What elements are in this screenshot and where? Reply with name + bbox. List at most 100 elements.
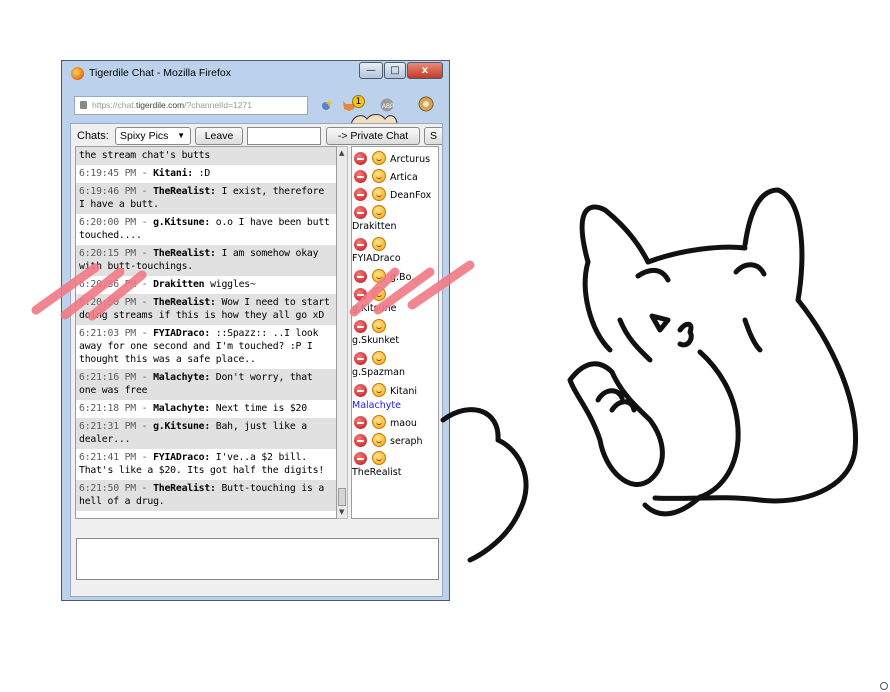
user-name[interactable]: g.Skunket: [352, 335, 399, 346]
user-name[interactable]: g.Kitsune: [352, 303, 396, 314]
user-name[interactable]: g.Bo...: [390, 272, 420, 283]
ban-icon[interactable]: [354, 416, 367, 429]
cat-paw-fingers: [595, 388, 637, 413]
message-nick[interactable]: FYIADraco:: [153, 452, 210, 463]
cat-eye-right: [733, 262, 767, 277]
user-list-item[interactable]: g.Skunket: [352, 318, 438, 352]
smiley-icon[interactable]: [372, 269, 386, 283]
smiley-icon[interactable]: [372, 287, 386, 301]
message-input[interactable]: [76, 538, 439, 580]
user-list-item[interactable]: TheRealist: [352, 450, 438, 484]
smiley-icon[interactable]: [372, 415, 386, 429]
ban-icon[interactable]: [354, 320, 367, 333]
tail-curl: [440, 407, 529, 563]
ban-icon[interactable]: [354, 206, 367, 219]
url-bar[interactable]: https://chat.tigerdile.com/?channelId=12…: [74, 96, 308, 115]
smiley-icon[interactable]: [372, 169, 386, 183]
message-time: 6:21:16 PM -: [79, 372, 154, 383]
smiley-icon[interactable]: [372, 451, 386, 465]
message-time: 6:20:50 PM -: [79, 297, 154, 308]
chat-message: 6:21:03 PM - FYIADraco: ::Spazz:: ..I lo…: [76, 325, 336, 369]
message-nick[interactable]: TheRealist:: [153, 248, 216, 259]
user-name[interactable]: TheRealist: [352, 467, 401, 478]
notification-badge[interactable]: 1: [352, 95, 365, 108]
message-nick[interactable]: Drakitten: [153, 279, 204, 290]
message-nick[interactable]: g.Kitsune:: [153, 217, 210, 228]
smiley-icon[interactable]: [372, 351, 386, 365]
user-list-item[interactable]: Drakitten: [352, 204, 438, 238]
user-name[interactable]: g.Spazman: [352, 367, 405, 378]
ban-icon[interactable]: [354, 238, 367, 251]
scroll-down-icon[interactable]: ▼: [339, 508, 344, 516]
message-nick[interactable]: TheRealist:: [153, 297, 216, 308]
cat-cheek-right: [742, 317, 763, 353]
close-button[interactable]: x: [407, 62, 443, 79]
ban-icon[interactable]: [354, 152, 367, 165]
message-time: 6:21:41 PM -: [79, 452, 154, 463]
private-chat-button[interactable]: -> Private Chat: [326, 127, 420, 145]
message-time: 6:21:18 PM -: [79, 403, 154, 414]
channel-select[interactable]: Spixy Pics ▼: [115, 127, 191, 145]
adblock-icon[interactable]: ABP: [380, 98, 396, 112]
message-nick[interactable]: g.Kitsune:: [153, 421, 210, 432]
minimize-button[interactable]: —: [359, 62, 383, 79]
user-list-item[interactable]: FYIADraco: [352, 236, 438, 270]
chat-message: 6:19:45 PM - Kitani: :D: [76, 165, 336, 183]
overflow-button[interactable]: S: [424, 127, 442, 145]
private-chat-name-input[interactable]: [247, 127, 321, 145]
message-nick[interactable]: FYIADraco:: [153, 328, 210, 339]
user-name[interactable]: seraph: [390, 436, 423, 447]
message-time: 6:21:50 PM -: [79, 483, 154, 494]
cat-leg: [642, 494, 703, 517]
ban-icon[interactable]: [354, 170, 367, 183]
maximize-button[interactable]: □: [384, 62, 406, 79]
chat-message: 6:21:41 PM - FYIADraco: I've..a $2 bill.…: [76, 449, 336, 480]
extension-icon[interactable]: [416, 96, 436, 112]
user-name[interactable]: Drakitten: [352, 221, 397, 232]
smiley-icon[interactable]: [372, 237, 386, 251]
user-name[interactable]: FYIADraco: [352, 253, 401, 264]
user-name[interactable]: Kitani: [390, 386, 417, 397]
smiley-icon[interactable]: [372, 433, 386, 447]
leave-button[interactable]: Leave: [195, 127, 243, 145]
chat-panel: Chats: Spixy Pics ▼ Leave -> Private Cha…: [70, 123, 443, 597]
ban-icon[interactable]: [354, 434, 367, 447]
sparkle-addon-icon[interactable]: [320, 98, 334, 112]
ban-icon[interactable]: [354, 384, 367, 397]
scroll-up-icon[interactable]: ▲: [339, 149, 344, 157]
user-list-item[interactable]: g.Spazman: [352, 350, 438, 384]
message-nick[interactable]: Malachyte:: [153, 403, 210, 414]
smiley-icon[interactable]: [372, 187, 386, 201]
ban-icon[interactable]: [354, 288, 367, 301]
scroll-thumb[interactable]: [338, 488, 346, 506]
user-name[interactable]: Arcturus: [390, 154, 430, 165]
smiley-icon[interactable]: [372, 205, 386, 219]
message-nick[interactable]: TheRealist:: [153, 483, 216, 494]
window-title: Tigerdile Chat - Mozilla Firefox: [89, 67, 231, 79]
chat-message: 6:20:50 PM - TheRealist: Wow I need to s…: [76, 294, 336, 325]
user-name[interactable]: maou: [390, 418, 417, 429]
smiley-icon[interactable]: [372, 319, 386, 333]
chat-message: 6:20:00 PM - g.Kitsune: o.o I have been …: [76, 214, 336, 245]
user-list[interactable]: Arcturus Artica DeanFox Drakitten FYIADraco g…: [351, 146, 439, 519]
user-name[interactable]: DeanFox: [390, 190, 431, 201]
chat-log[interactable]: the stream chat's butts 6:19:45 PM - Kit…: [75, 146, 337, 519]
ban-icon[interactable]: [354, 352, 367, 365]
user-list-item[interactable]: g.Kitsune: [352, 286, 438, 320]
message-nick[interactable]: TheRealist:: [153, 186, 216, 197]
message-nick[interactable]: Kitani:: [153, 168, 193, 179]
ban-icon[interactable]: [354, 270, 367, 283]
smiley-icon[interactable]: [372, 383, 386, 397]
chat-log-scrollbar[interactable]: ▲ ▼: [337, 146, 348, 519]
browser-window: Tigerdile Chat - Mozilla Firefox — □ x h…: [61, 60, 450, 601]
cat-head-top: [645, 244, 748, 265]
ban-icon[interactable]: [354, 452, 367, 465]
user-name[interactable]: Artica: [390, 172, 418, 183]
title-bar: Tigerdile Chat - Mozilla Firefox — □ x: [62, 61, 449, 87]
smiley-icon[interactable]: [372, 151, 386, 165]
ban-icon[interactable]: [354, 188, 367, 201]
user-name[interactable]: Malachyte: [352, 400, 401, 411]
cat-left-ear: [579, 204, 651, 265]
message-nick[interactable]: Malachyte:: [153, 372, 210, 383]
url-text: https://chat.tigerdile.com/?channelId=12…: [92, 100, 252, 110]
